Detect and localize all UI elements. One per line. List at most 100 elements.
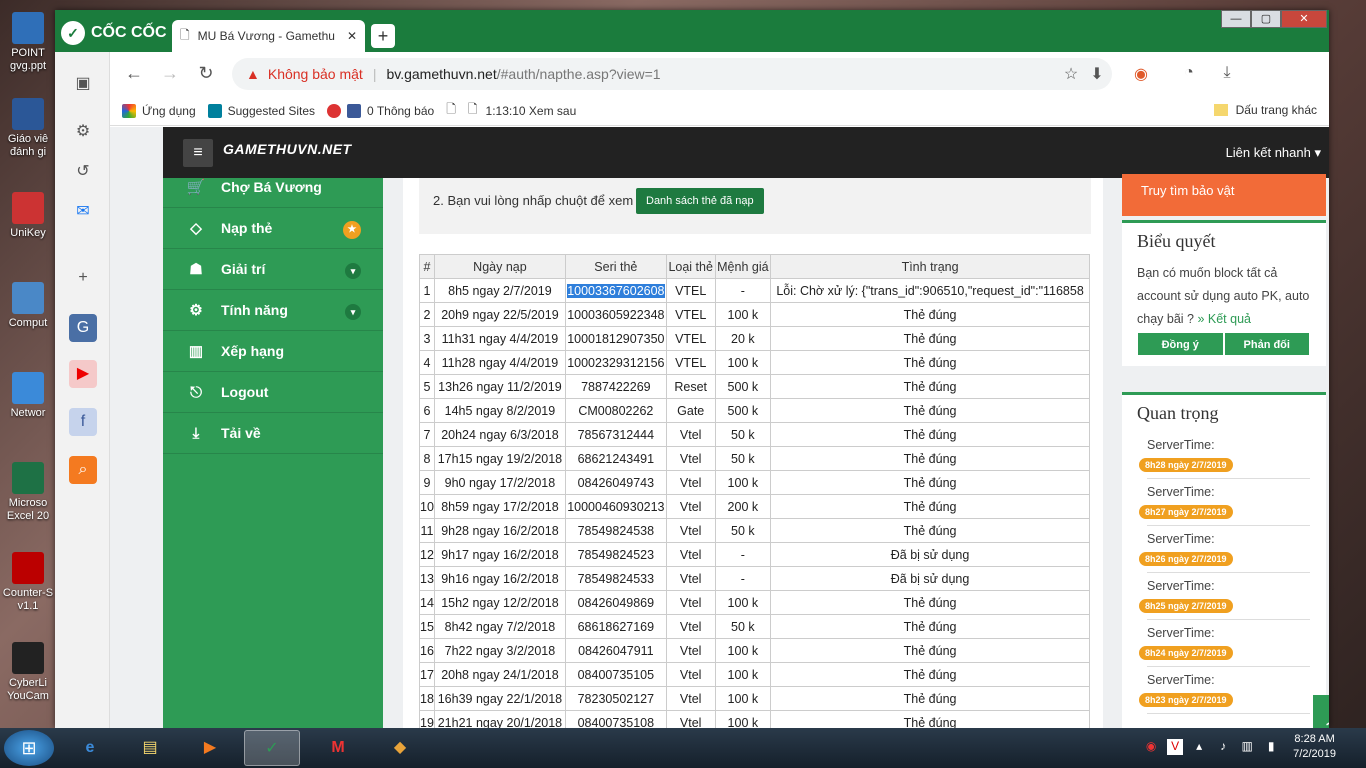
gear-icon[interactable]: ⚙ [69,118,97,146]
desktop-icon[interactable]: Giáo viê đánh gi [0,98,56,159]
coccoc-taskbar-icon[interactable]: ✓ [244,730,300,766]
value-cell: 200 k [714,494,772,519]
bookmark-other[interactable]: Dấu trang khác [1213,103,1317,117]
close-tab-icon[interactable]: ✕ [347,29,357,43]
tab-active[interactable]: 🗋 MU Bá Vương - Gamethu ✕ [172,20,365,52]
facebook-icon [347,103,362,118]
value-cell: 100 k [714,686,772,711]
sidebar-item-6[interactable]: ⤓ Tải về [163,413,383,454]
start-button[interactable]: ⊞ [4,730,54,766]
search-icon[interactable]: ⌕ [69,456,97,484]
desktop-icon[interactable]: Comput [0,282,56,330]
game-taskbar-icon[interactable]: ◆ [372,730,428,766]
status-cell: Thẻ đúng [770,350,1090,375]
type-cell: Reset [665,374,716,399]
sidebar-item-2[interactable]: ☗ Giải trí ▾ [163,249,383,290]
downloads-icon[interactable]: ⤓ [1216,64,1238,82]
star-icon[interactable]: ☆ [1060,64,1082,84]
row-number: 19 [419,710,435,728]
minimize-button[interactable]: — [1221,10,1251,28]
bookmark-watch-later[interactable]: 🗋 1:13:10 Xem sau [468,100,576,121]
file-icon [12,98,44,130]
date-cell: 20h8 ngay 24/1/2018 [433,662,566,687]
history-icon[interactable]: ↺ [69,158,97,186]
desktop-icon[interactable]: UniKey [0,192,56,240]
ie-taskbar-icon[interactable]: e [62,730,118,766]
table-row: 17 20h8 ngay 24/1/2018 08400735105 Vtel 100 … [419,662,1090,687]
messenger-icon[interactable]: ✉ [69,198,97,226]
reload-icon[interactable]: ↻ [194,63,218,84]
desktop-icon[interactable]: Microso Excel 20 [0,462,56,523]
sidebar-item-4[interactable]: ▥ Xếp hạng [163,331,383,372]
sidebar-item-0[interactable]: 🛒 Chợ Bá Vương [163,167,383,208]
menu-icon: ⚙ [189,302,203,319]
status-cell: Thẻ đúng [770,638,1090,663]
extension-icon[interactable]: ◉ [1130,64,1152,84]
address-bar[interactable]: ▲ Không bảo mật | bv.gamethuvn.net /#aut… [232,58,1112,90]
type-cell: Vtel [665,614,716,639]
facebook-icon[interactable]: f [69,408,97,436]
table-row: 5 13h26 ngay 11/2/2019 7887422269 Reset 500 … [419,374,1090,399]
bookmark-suggested[interactable]: Suggested Sites [207,103,315,118]
type-cell: Gate [665,398,716,423]
close-window-button[interactable]: ✕ [1281,10,1327,28]
app-tray-icon[interactable]: ◉ [1143,739,1159,755]
add-icon[interactable]: + [69,264,97,292]
serial-cell: 78549824533 [564,566,667,591]
chevron-down-icon[interactable]: ▾ [345,263,361,279]
menu-icon: ⎋ [190,383,202,401]
desktop-icon[interactable]: CyberLi YouCam [0,642,56,703]
media-taskbar-icon[interactable]: ▶ [182,730,238,766]
download-icon[interactable]: ⬇ [1086,64,1108,84]
card-history-table: # Ngày nạp Seri thẻ Loại thẻ Mệnh giá Tình tr… [419,254,1090,728]
network-icon[interactable]: ▥ [1239,739,1255,755]
browser-logo[interactable]: ✓ CỐC CỐC [61,20,167,46]
row-number: 4 [419,350,435,375]
signal-icon[interactable]: ▮ [1263,739,1279,755]
forward-icon[interactable]: → [158,63,182,84]
bookmark-notifications[interactable]: 0 Thông báo [327,103,434,118]
vietkey-tray-icon[interactable]: V [1167,739,1184,755]
mu-taskbar-icon[interactable]: M [310,730,366,766]
poll-result-link[interactable]: » Kết quả [1197,312,1251,326]
desktop-icon[interactable]: Counter-S v1.1 [0,552,56,613]
type-cell: Vtel [665,686,716,711]
row-number: 13 [419,566,435,591]
poll-no-button[interactable]: Phản đối [1223,332,1310,356]
treasure-link[interactable]: Truy tìm bảo vật [1122,174,1326,216]
poll-yes-button[interactable]: Đồng ý [1137,332,1224,356]
card-list-button[interactable]: Danh sách thẻ đã nạp [636,188,764,214]
chevron-up-icon[interactable]: ▴ [1191,739,1207,755]
sidebar-toggle-icon[interactable]: ▣ [69,70,97,98]
table-row: 16 7h22 ngay 3/2/2018 08426047911 Vtel 100 k… [419,638,1090,663]
status-cell: Thẻ đúng [770,422,1090,447]
sidebar-item-1[interactable]: ◇ Nạp thẻ ★ [163,208,383,249]
value-cell: 500 k [714,374,772,399]
maximize-button[interactable]: ▢ [1251,10,1281,28]
row-number: 2 [419,302,435,327]
menu-icon[interactable]: ≡ [183,139,213,167]
google-icon[interactable]: G [69,314,97,342]
clock[interactable]: 8:28 AM 7/2/2019 [1293,732,1336,762]
youtube-icon[interactable]: ▶ [69,360,97,388]
site-logo[interactable]: GAMETHUVN.NET [223,141,352,157]
sidebar-item-5[interactable]: ⎋ Logout [163,372,383,413]
desktop-icon[interactable]: Networ [0,372,56,420]
explorer-taskbar-icon[interactable]: ▤ [122,730,178,766]
type-cell: Vtel [665,566,716,591]
row-number: 1 [419,278,435,303]
bookmark-apps[interactable]: Ứng dụng [122,103,196,118]
account-icon[interactable]: ◔ [1178,64,1200,82]
desktop-icon[interactable]: POINT gvg.ppt [0,12,56,73]
back-to-top-button[interactable]: ︿ [1313,695,1329,728]
bookmark-page[interactable]: 🗋 [446,100,456,121]
volume-icon[interactable]: ♪ [1215,739,1231,755]
browser-sidebar: ▣ ⚙ ↺ ✉ + G ▶ f ⌕ [55,52,110,728]
new-tab-button[interactable]: + [371,24,395,48]
sidebar-item-3[interactable]: ⚙ Tính năng ▾ [163,290,383,331]
chevron-down-icon[interactable]: ▾ [345,304,361,320]
system-tray: ◉ V ▴ ♪ ▥ ▮ 8:28 AM 7/2/2019 [1143,732,1356,762]
back-icon[interactable]: ← [122,63,146,84]
file-icon [12,642,44,674]
quick-links-dropdown[interactable]: Liên kết nhanh ▾ [1226,145,1321,161]
